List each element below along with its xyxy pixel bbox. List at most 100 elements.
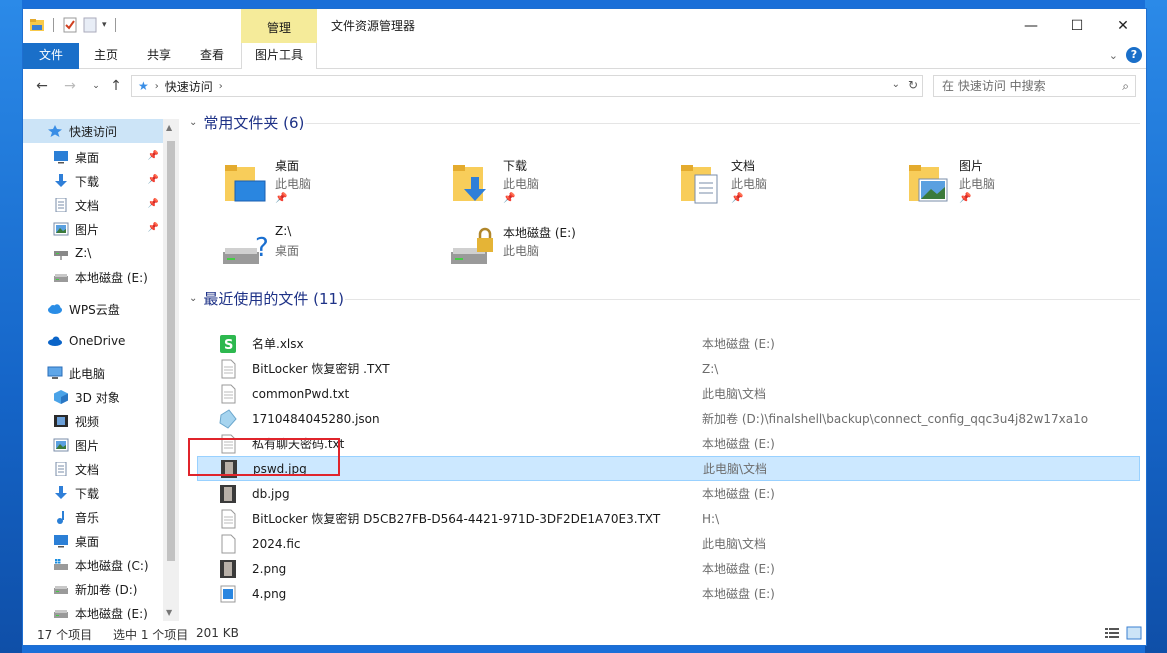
breadcrumb-chevron-icon[interactable]: ›	[219, 81, 223, 92]
recent-file-row[interactable]: commonPwd.txt 此电脑\文档	[197, 381, 1140, 406]
new-folder-icon[interactable]	[82, 17, 98, 33]
recent-file-row[interactable]: db.jpg 本地磁盘 (E:)	[197, 481, 1140, 506]
sidebar-scrollbar[interactable]: ▲ ▼	[163, 119, 179, 621]
sidebar-item[interactable]: 此电脑	[23, 361, 163, 385]
folder-icon[interactable]	[29, 17, 45, 33]
pictures-icon	[53, 438, 69, 452]
onedrive-icon	[47, 334, 63, 348]
collapse-chevron-icon[interactable]: ⌄	[189, 117, 197, 128]
recent-locations-icon[interactable]: ⌄	[85, 75, 107, 97]
search-input[interactable]: 在 快速访问 中搜索 ⌕	[933, 75, 1136, 97]
search-icon[interactable]: ⌕	[1122, 76, 1129, 96]
manage-context-tab[interactable]: 管理	[241, 9, 317, 43]
recent-file-row[interactable]: 4.png 本地磁盘 (E:)	[197, 581, 1140, 606]
file-location: 本地磁盘 (E:)	[702, 487, 775, 501]
desktop-background	[1145, 0, 1167, 653]
tab-share[interactable]: 共享	[135, 43, 183, 69]
sidebar-item[interactable]: 桌面 📌	[23, 145, 163, 169]
desktop-background	[0, 0, 22, 653]
back-arrow-icon[interactable]: ←	[31, 75, 53, 97]
folder-tile[interactable]: 文档 此电脑 📌	[677, 157, 887, 217]
properties-icon[interactable]	[62, 17, 78, 33]
close-button[interactable]: ✕	[1100, 9, 1146, 43]
sidebar-item[interactable]: 文档 📌	[23, 193, 163, 217]
sidebar-item[interactable]: 视频	[23, 409, 163, 433]
refresh-icon[interactable]: ↻	[908, 78, 918, 92]
file-location: 本地磁盘 (E:)	[702, 437, 775, 451]
folder-tile[interactable]: 本地磁盘 (E:) 此电脑	[449, 224, 659, 284]
forward-arrow-icon[interactable]: →	[59, 75, 81, 97]
sidebar-item[interactable]: OneDrive	[23, 329, 163, 353]
qat-dropdown-icon[interactable]: ▾	[102, 20, 107, 30]
desktop-folder-icon	[221, 159, 269, 207]
minimize-button[interactable]: —	[1008, 9, 1054, 43]
file-name: BitLocker 恢复密钥 D5CB27FB-D564-4421-971D-3…	[252, 512, 661, 526]
sidebar-item[interactable]: WPS云盘	[23, 297, 163, 321]
windows-drive-icon	[53, 558, 69, 572]
sidebar-item[interactable]: 快速访问	[23, 119, 163, 143]
sidebar-item[interactable]: 新加卷 (D:)	[23, 577, 163, 601]
desktop-icon	[53, 534, 69, 548]
sidebar-item[interactable]: 本地磁盘 (C:)	[23, 553, 163, 577]
folder-tile[interactable]: 下载 此电脑 📌	[449, 157, 659, 217]
sidebar-item[interactable]: 下载	[23, 481, 163, 505]
folder-tile[interactable]: 图片 此电脑 📌	[905, 157, 1115, 217]
toolbar-separator	[53, 18, 54, 32]
folder-tile[interactable]: ? Z:\ 桌面	[221, 224, 431, 284]
breadcrumb-chevron-icon[interactable]: ›	[155, 81, 159, 92]
scroll-up-icon[interactable]: ▲	[166, 123, 172, 132]
large-icons-view-icon[interactable]	[1126, 626, 1142, 640]
quick-access-star-icon: ★	[138, 79, 149, 93]
sidebar-item[interactable]: 音乐	[23, 505, 163, 529]
address-dropdown-icon[interactable]: ⌄	[892, 79, 900, 90]
selection-count: 选中 1 个项目	[113, 628, 189, 642]
collapse-chevron-icon[interactable]: ⌄	[189, 293, 197, 304]
breadcrumb-quick-access[interactable]: 快速访问	[165, 78, 213, 95]
sidebar-item[interactable]: 下载 📌	[23, 169, 163, 193]
sidebar-item[interactable]: 3D 对象	[23, 385, 163, 409]
sidebar-item-label: WPS云盘	[69, 302, 120, 317]
recent-file-row[interactable]: 2.png 本地磁盘 (E:)	[197, 556, 1140, 581]
expand-ribbon-icon[interactable]: ⌄	[1109, 49, 1118, 62]
folder-tile[interactable]: 桌面 此电脑 📌	[221, 157, 431, 217]
tile-location: 此电脑	[275, 177, 312, 191]
sidebar-item-label: 快速访问	[69, 124, 118, 139]
scroll-thumb[interactable]	[167, 141, 175, 561]
sidebar-item[interactable]: 文档	[23, 457, 163, 481]
tab-picture-tools[interactable]: 图片工具	[241, 43, 317, 69]
sidebar-item[interactable]: Z:\	[23, 241, 163, 265]
tab-home[interactable]: 主页	[81, 43, 131, 69]
recent-file-row[interactable]: S 名单.xlsx 本地磁盘 (E:)	[197, 331, 1140, 356]
up-arrow-icon[interactable]: ↑	[105, 75, 127, 97]
sidebar-item[interactable]: 本地磁盘 (E:)	[23, 601, 163, 621]
scroll-down-icon[interactable]: ▼	[166, 608, 172, 617]
file-name: 4.png	[252, 586, 287, 601]
help-icon[interactable]: ?	[1126, 47, 1142, 63]
sidebar-item[interactable]: 图片 📌	[23, 217, 163, 241]
sidebar-item[interactable]: 本地磁盘 (E:)	[23, 265, 163, 289]
file-name: 2024.fic	[252, 536, 301, 551]
documents-icon	[53, 461, 69, 477]
details-view-icon[interactable]	[1104, 626, 1120, 640]
sidebar-item[interactable]: 图片	[23, 433, 163, 457]
recent-file-row[interactable]: BitLocker 恢复密钥 D5CB27FB-D564-4421-971D-3…	[197, 506, 1140, 531]
pin-icon: 📌	[731, 193, 744, 204]
recent-file-row[interactable]: 2024.fic 此电脑\文档	[197, 531, 1140, 556]
recent-file-row[interactable]: 1710484045280.json 新加卷 (D:)\finalshell\ba…	[197, 406, 1140, 431]
maximize-button[interactable]: ☐	[1054, 9, 1100, 43]
pictures-folder-icon	[905, 159, 953, 207]
address-bar[interactable]: ★ › 快速访问 › ⌄ ↻	[131, 75, 923, 97]
pin-icon: 📌	[147, 199, 159, 209]
video-icon	[53, 414, 69, 428]
group-header-frequent[interactable]: ⌄ 常用文件夹 (6)	[189, 111, 304, 133]
toolbar-separator	[114, 18, 116, 32]
group-header-recent[interactable]: ⌄ 最近使用的文件 (11)	[189, 287, 344, 309]
locked-drive-icon	[449, 226, 497, 274]
tab-file[interactable]: 文件	[23, 43, 79, 69]
navigation-pane: 快速访问 桌面 📌 下载 📌 文档 📌 图片 📌 Z:\ 本地磁盘 (E:) WPS云盘 OneDriv…	[23, 119, 179, 621]
sidebar-item[interactable]: 桌面	[23, 529, 163, 553]
file-location: H:\	[702, 511, 720, 526]
text-file-icon	[219, 359, 237, 379]
recent-file-row[interactable]: BitLocker 恢复密钥 .TXT Z:\	[197, 356, 1140, 381]
tab-view[interactable]: 查看	[187, 43, 237, 69]
